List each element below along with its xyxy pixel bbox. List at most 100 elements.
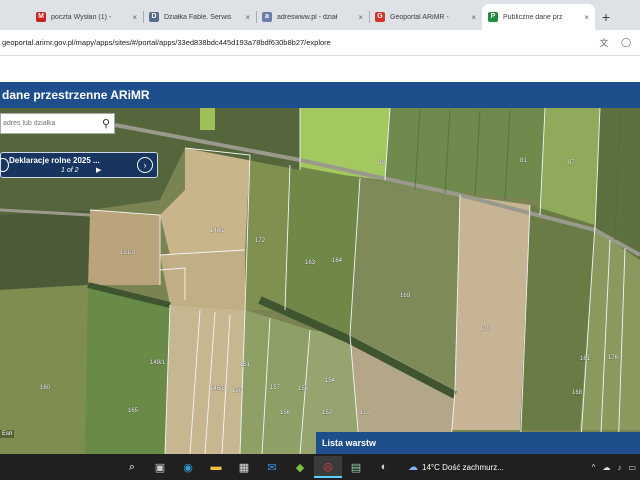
field-south-a (85, 285, 170, 454)
app-header: dane przestrzenne ARiMR (0, 82, 640, 108)
browser-tab[interactable]: a adreswww.pl - dział × (256, 4, 369, 30)
tab-favicon-icon: M (36, 12, 46, 22)
field-strip-a (245, 155, 290, 310)
app-title: dane przestrzenne ARiMR (2, 88, 150, 102)
paint-icon[interactable]: ◐ (370, 456, 398, 478)
tab-close-icon[interactable]: × (471, 13, 476, 22)
new-tab-button[interactable]: + (595, 4, 617, 30)
parcel-label[interactable]: 151/3 (120, 250, 135, 256)
field-small-green (200, 108, 215, 130)
tab-favicon-icon: G (375, 12, 385, 22)
onedrive-icon[interactable]: ☁ (602, 463, 610, 472)
field-bare-center (450, 195, 530, 430)
mail-icon[interactable]: ✉ (258, 456, 286, 478)
tray-chevron-icon[interactable]: ^ (592, 463, 596, 472)
file-explorer-icon[interactable]: ▬ (202, 456, 230, 478)
village-area (0, 210, 90, 290)
parcel-label[interactable]: 87 (568, 160, 575, 166)
tab-favicon-icon: a (262, 12, 272, 22)
weather-desc: Dość zachmurz... (442, 462, 504, 472)
chrome-icon[interactable]: ◎ (314, 456, 342, 478)
profile-icon[interactable]: ◯ (618, 35, 634, 51)
parcel-label[interactable]: 152 (322, 410, 332, 416)
store-icon[interactable]: ▦ (230, 456, 258, 478)
tab-favicon-icon: D (149, 12, 159, 22)
tab-title: poczta Wysłan (1) - (51, 13, 112, 21)
document-icon[interactable]: ▤ (342, 456, 370, 478)
browser-tab[interactable]: P Publiczne dane prz × (482, 4, 595, 30)
tab-close-icon[interactable]: × (584, 13, 589, 22)
parcel-label[interactable]: 168 (572, 390, 582, 396)
layers-panel-header[interactable]: Lista warstw (316, 432, 640, 454)
search-icon[interactable]: ⌕ (118, 456, 146, 478)
parcel-label[interactable]: 176 (608, 355, 618, 361)
weather-icon: ☁ (408, 461, 418, 473)
parcel-label[interactable]: 145/2 (210, 386, 225, 392)
tab-strip: Mpoczta Wysłan (1) - × D Działka Fable. Ser… (0, 0, 640, 30)
parcel-label[interactable]: 169 (400, 293, 410, 299)
field-bare-151 (88, 210, 160, 285)
volume-icon[interactable]: ♪ (617, 463, 621, 472)
system-tray[interactable]: ^ ☁ ♪ ▭ (585, 463, 640, 472)
parcel-label[interactable]: 150 (232, 388, 242, 394)
popup-title: Deklaracje rolne 2025 ... (9, 156, 100, 165)
taskbar: ⌕ ▣ ◉ ▬ ▦ ✉ ◆ ◎ ▤ ◐ ☁ 14°C Dość zachmurz... ^ ☁ ♪ ▭ (0, 454, 640, 480)
parcel-label[interactable]: 156 (280, 410, 290, 416)
parcel-label[interactable]: 149/1 (150, 360, 165, 366)
field-striped (385, 108, 545, 200)
field-south-bare (165, 305, 245, 454)
parcel-label[interactable]: 153 (360, 410, 370, 416)
search-icon[interactable]: ⚲ (102, 117, 110, 130)
browser-tab[interactable]: D Działka Fable. Serwis × (143, 4, 256, 30)
taskbar-apps: ⌕ ▣ ◉ ▬ ▦ ✉ ◆ ◎ ▤ ◐ (118, 456, 398, 478)
parcel-label[interactable]: 161 (580, 356, 590, 362)
popup-prev-button[interactable] (0, 158, 9, 172)
page-gap (0, 56, 640, 82)
parcel-label[interactable]: 160 (40, 385, 50, 391)
tab-favicon-icon: P (488, 12, 498, 22)
search-input[interactable] (1, 120, 96, 127)
address-bar[interactable]: geoportal.arimr.gov.pl/mapy/apps/sites/#… (0, 30, 640, 56)
layers-panel-title: Lista warstw (322, 438, 377, 448)
weather-widget[interactable]: ☁ 14°C Dość zachmurz... (408, 462, 504, 473)
field-strip-b (285, 165, 360, 335)
parcel-label[interactable]: 157 (270, 385, 280, 391)
browser-tab[interactable]: Mpoczta Wysłan (1) - × (30, 4, 143, 30)
map-credit: Esri (0, 430, 15, 438)
battery-icon[interactable]: ▭ (628, 463, 636, 472)
parcel-label[interactable]: 89 (378, 160, 385, 166)
tab-close-icon[interactable]: × (132, 13, 137, 22)
browser-tab[interactable]: G Geoportal ARiMR - × (369, 4, 482, 30)
parcel-label[interactable]: 81 (520, 158, 527, 164)
tab-title: Działka Fable. Serwis (164, 13, 232, 21)
tab-title: adreswww.pl - dział (277, 13, 338, 21)
field-southwest (0, 285, 88, 454)
parcel-label[interactable]: 151 (240, 362, 250, 368)
parcel-label[interactable]: 172 (255, 238, 265, 244)
tab-close-icon[interactable]: × (358, 13, 363, 22)
tab-close-icon[interactable]: × (245, 13, 250, 22)
popup-arrow-icon[interactable]: ▶ (96, 166, 101, 174)
field-bare-mid (160, 250, 245, 310)
parcel-label[interactable]: 154 (325, 378, 335, 384)
tab-title: Publiczne dane prz (503, 13, 563, 21)
tab-title: Geoportal ARiMR - (390, 13, 449, 21)
weather-temp: 14°C (422, 462, 440, 472)
parcel-label[interactable]: 164 (332, 258, 342, 264)
parcel-label[interactable]: 163 (305, 260, 315, 266)
parcel-label[interactable]: 158 (298, 386, 308, 392)
parcel-label[interactable]: 170 (480, 326, 490, 332)
task-view-icon[interactable]: ▣ (146, 456, 174, 478)
parcel-label[interactable]: 165 (128, 408, 138, 414)
app-icon[interactable]: ◆ (286, 456, 314, 478)
popup-counter: 1 of 2 (61, 167, 79, 174)
parcel-search-box[interactable]: ⚲ (0, 113, 115, 134)
field-south-b (240, 310, 310, 454)
popup-next-button[interactable]: › (137, 157, 153, 173)
field-light (540, 108, 600, 225)
translate-icon[interactable]: 文 (596, 35, 612, 51)
edge-icon[interactable]: ◉ (174, 456, 202, 478)
url-text[interactable]: geoportal.arimr.gov.pl/mapy/apps/sites/#… (2, 38, 596, 47)
feature-popup[interactable]: Deklaracje rolne 2025 ... 1 of 2 ▶ › (0, 152, 158, 178)
parcel-label[interactable]: 148/2 (210, 228, 225, 234)
